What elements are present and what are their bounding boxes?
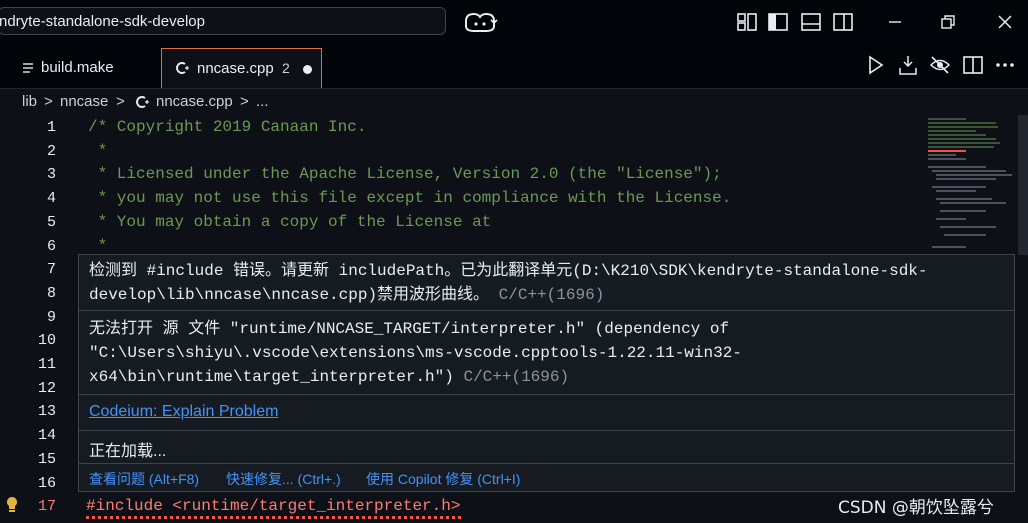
line-number: 5 bbox=[46, 213, 56, 231]
toggle-secondary-sidebar-icon[interactable] bbox=[832, 11, 854, 33]
problem-1-source: C/C++(1696) bbox=[498, 286, 605, 304]
breadcrumb-more[interactable]: ... bbox=[256, 93, 269, 110]
line-number: 16 bbox=[37, 474, 56, 492]
line-number: 8 bbox=[46, 284, 56, 302]
watermark: CSDN @朝饮坠露兮 bbox=[838, 498, 994, 518]
breadcrumb-nncase[interactable]: nncase bbox=[60, 93, 108, 110]
breadcrumb: lib > nncase > nncase.cpp > ... bbox=[0, 89, 1028, 115]
line-number: 15 bbox=[37, 450, 56, 468]
download-icon[interactable] bbox=[897, 54, 919, 76]
close-icon[interactable] bbox=[994, 11, 1016, 33]
codeium-explain-link[interactable]: Codeium: Explain Problem bbox=[89, 403, 278, 421]
copilot-fix-action[interactable]: 使用 Copilot 修复 (Ctrl+I) bbox=[366, 469, 520, 489]
eye-off-icon[interactable] bbox=[929, 54, 951, 76]
line-number: 4 bbox=[46, 190, 56, 208]
split-editor-icon[interactable] bbox=[962, 54, 984, 76]
error-code-line[interactable]: #include <runtime/target_interpreter.h> bbox=[86, 497, 460, 515]
problem-2-text: x64\bin\runtime\target_interpreter.h") bbox=[89, 368, 454, 386]
tab-nncase-cpp[interactable]: nncase.cpp 2 bbox=[161, 48, 322, 88]
view-problem-action[interactable]: 查看问题 (Alt+F8) bbox=[89, 469, 199, 489]
line-number: 11 bbox=[37, 356, 56, 373]
toggle-sidebar-icon[interactable] bbox=[767, 11, 789, 33]
breadcrumb-separator: > bbox=[116, 93, 125, 110]
breadcrumb-lib[interactable]: lib bbox=[22, 93, 37, 110]
minimize-icon[interactable] bbox=[884, 11, 906, 33]
code-line[interactable]: /* Copyright 2019 Canaan Inc. bbox=[88, 118, 366, 136]
copilot-icon[interactable] bbox=[463, 11, 499, 33]
code-line[interactable]: * you may not use this file except in co… bbox=[88, 189, 732, 207]
problem-1-line-1: 检测到 #include 错误。请更新 includePath。已为此翻译单元(… bbox=[89, 262, 928, 280]
problem-1-text: develop\lib\nncase\nncase.cpp)禁用波形曲线。 bbox=[89, 286, 490, 304]
loading-section: 正在加载... bbox=[79, 431, 1014, 464]
code-line[interactable]: * bbox=[88, 237, 108, 255]
breadcrumb-nncase-cpp[interactable]: nncase.cpp bbox=[156, 93, 233, 110]
problem-2: 无法打开 源 文件 "runtime/NNCASE_TARGET/interpr… bbox=[79, 311, 1014, 395]
tab-label: nncase.cpp bbox=[197, 60, 274, 77]
line-number: 9 bbox=[46, 308, 56, 326]
line-number: 6 bbox=[46, 237, 56, 255]
line-number: 12 bbox=[37, 379, 56, 397]
line-number: 13 bbox=[37, 403, 56, 421]
lightbulb-icon[interactable] bbox=[4, 496, 20, 514]
line-number: 14 bbox=[37, 427, 56, 445]
code-line[interactable]: * bbox=[88, 142, 108, 160]
list-icon bbox=[23, 63, 33, 73]
problem-count-badge: 2 bbox=[282, 60, 290, 76]
line-number: 2 bbox=[46, 142, 56, 160]
quick-fix-action[interactable]: 快速修复... (Ctrl+.) bbox=[226, 469, 341, 489]
workspace-name: ndryte-standalone-sdk-develop bbox=[0, 13, 205, 30]
problem-1: 检测到 #include 错误。请更新 includePath。已为此翻译单元(… bbox=[79, 255, 1014, 311]
cpp-icon bbox=[136, 96, 149, 108]
line-number: 3 bbox=[46, 166, 56, 184]
cpp-icon bbox=[176, 62, 189, 74]
problem-1-line-2: develop\lib\nncase\nncase.cpp)禁用波形曲线。 C/… bbox=[89, 283, 604, 307]
problem-2-line-2: "C:\Users\shiyu\.vscode\extensions\ms-vs… bbox=[89, 344, 742, 362]
layout-icon[interactable] bbox=[736, 11, 758, 33]
line-number: 17 bbox=[37, 498, 56, 515]
toggle-panel-icon[interactable] bbox=[800, 11, 822, 33]
problem-2-line-3: x64\bin\runtime\target_interpreter.h") C… bbox=[89, 365, 569, 389]
codeium-section: Codeium: Explain Problem bbox=[79, 395, 1014, 431]
breadcrumb-separator: > bbox=[44, 93, 53, 110]
error-squiggle bbox=[86, 516, 464, 519]
code-line[interactable]: * You may obtain a copy of the License a… bbox=[88, 213, 492, 231]
unsaved-dot-icon[interactable] bbox=[303, 65, 312, 74]
vertical-scrollbar[interactable] bbox=[1018, 115, 1028, 255]
restore-icon[interactable] bbox=[937, 11, 959, 33]
loading-text: 正在加载... bbox=[89, 443, 167, 460]
problem-2-source: C/C++(1696) bbox=[463, 368, 570, 386]
code-line[interactable]: * Licensed under the Apache License, Ver… bbox=[88, 165, 722, 183]
problem-hover-widget: 检测到 #include 错误。请更新 includePath。已为此翻译单元(… bbox=[78, 254, 1015, 492]
tab-label: build.make bbox=[41, 59, 114, 76]
command-center-search[interactable]: ndryte-standalone-sdk-develop bbox=[0, 7, 446, 35]
run-icon[interactable] bbox=[864, 54, 886, 76]
more-icon[interactable] bbox=[994, 54, 1016, 76]
breadcrumb-separator: > bbox=[240, 93, 249, 110]
line-number: 1 bbox=[46, 119, 56, 136]
tab-build-make[interactable]: build.make bbox=[0, 48, 155, 88]
title-bar: ndryte-standalone-sdk-develop bbox=[0, 0, 1028, 44]
line-number: 7 bbox=[46, 261, 56, 279]
line-number: 10 bbox=[37, 332, 56, 350]
problem-2-line-1: 无法打开 源 文件 "runtime/NNCASE_TARGET/interpr… bbox=[89, 320, 730, 338]
